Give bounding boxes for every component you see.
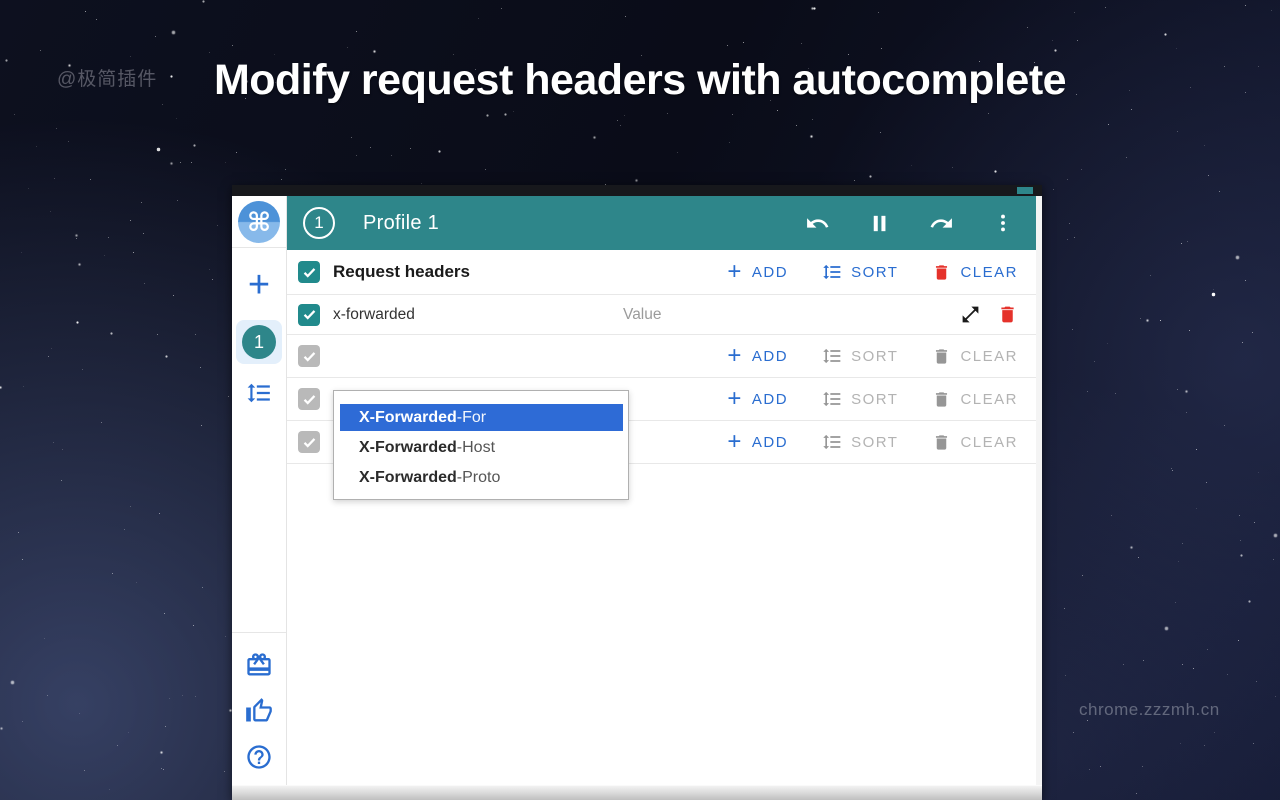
sort-icon	[822, 389, 842, 409]
popup-top-edge	[232, 185, 1042, 196]
pause-icon[interactable]	[868, 212, 891, 235]
dropdown-option-x-forwarded-host[interactable]: X-Forwarded-Host	[340, 434, 623, 461]
filter-checkbox-1[interactable]	[298, 345, 320, 367]
command-logo-icon[interactable]: ⌘	[238, 201, 280, 243]
more-vert-icon[interactable]	[992, 212, 1014, 234]
plus-icon: +	[727, 390, 743, 408]
sort-button-disabled: SORT	[822, 346, 898, 366]
trash-icon	[932, 347, 951, 366]
autocomplete-dropdown: X-Forwarded-For X-Forwarded-Host X-Forwa…	[333, 390, 629, 500]
clear-button-disabled: CLEAR	[932, 390, 1018, 409]
plus-icon: +	[727, 433, 743, 451]
sort-icon	[822, 346, 842, 366]
filter-checkbox-2[interactable]	[298, 388, 320, 410]
profile-1-badge[interactable]: 1	[242, 325, 276, 359]
clear-button-disabled: CLEAR	[932, 433, 1018, 452]
clear-button-disabled: CLEAR	[932, 347, 1018, 366]
watermark-bottom-right: chrome.zzzmh.cn	[1079, 700, 1220, 720]
delete-entry-icon[interactable]	[997, 304, 1018, 325]
gift-icon[interactable]	[245, 651, 273, 679]
sort-icon	[822, 432, 842, 452]
profile-header-bar: 1 Profile 1	[287, 196, 1036, 250]
modheader-popup: ⌘ + 1	[232, 185, 1042, 800]
undo-icon[interactable]	[805, 211, 830, 236]
filter-checkbox-3[interactable]	[298, 431, 320, 453]
sort-button-disabled: SORT	[822, 432, 898, 452]
watermark-top-left: @极简插件	[57, 64, 157, 91]
add-button[interactable]: + ADD	[727, 433, 788, 451]
dropdown-option-x-forwarded-proto[interactable]: X-Forwarded-Proto	[340, 464, 623, 491]
trash-icon	[932, 390, 951, 409]
page-title: Modify request headers with autocomplete	[0, 56, 1280, 105]
trash-icon	[932, 263, 951, 282]
help-icon[interactable]	[245, 743, 273, 771]
logo-wrap: ⌘	[232, 196, 286, 248]
content-area: 1 Profile 1	[287, 196, 1042, 785]
filter-row-1: + ADD SORT CLEAR	[287, 335, 1036, 378]
plus-icon: +	[727, 263, 743, 281]
starfield-big	[0, 0, 1, 1]
dropdown-option-x-forwarded-for[interactable]: X-Forwarded-For	[340, 404, 623, 431]
add-button[interactable]: + ADD	[727, 347, 788, 365]
profile-number-badge: 1	[303, 207, 335, 239]
add-profile-button[interactable]: +	[248, 268, 270, 302]
thumbs-up-icon[interactable]	[245, 697, 273, 725]
sidebar: ⌘ + 1	[232, 196, 287, 785]
share-icon[interactable]	[929, 211, 954, 236]
section-title: Request headers	[333, 262, 470, 282]
popup-top-notch	[1017, 187, 1033, 194]
request-headers-checkbox[interactable]	[298, 261, 320, 283]
header-value-input[interactable]	[623, 306, 903, 324]
sidebar-divider	[232, 632, 286, 633]
sort-profiles-icon[interactable]	[246, 380, 272, 406]
trash-icon	[932, 433, 951, 452]
profile-name[interactable]: Profile 1	[363, 212, 439, 235]
screenshot-stage: Modify request headers with autocomplete…	[0, 0, 1280, 800]
expand-icon[interactable]	[960, 304, 981, 325]
plus-icon: +	[727, 347, 743, 365]
sort-button[interactable]: SORT	[822, 262, 898, 282]
sort-icon	[822, 262, 842, 282]
sidebar-item-profile-1[interactable]: 1	[236, 320, 282, 364]
header-entry-row	[287, 295, 1036, 335]
entry-checkbox[interactable]	[298, 304, 320, 326]
add-button[interactable]: + ADD	[727, 263, 788, 281]
sort-button-disabled: SORT	[822, 389, 898, 409]
popup-bottom-edge	[232, 785, 1042, 800]
header-name-input[interactable]	[333, 306, 623, 324]
clear-button[interactable]: CLEAR	[932, 263, 1018, 282]
request-headers-row: Request headers + ADD SORT	[287, 250, 1036, 295]
add-button[interactable]: + ADD	[727, 390, 788, 408]
